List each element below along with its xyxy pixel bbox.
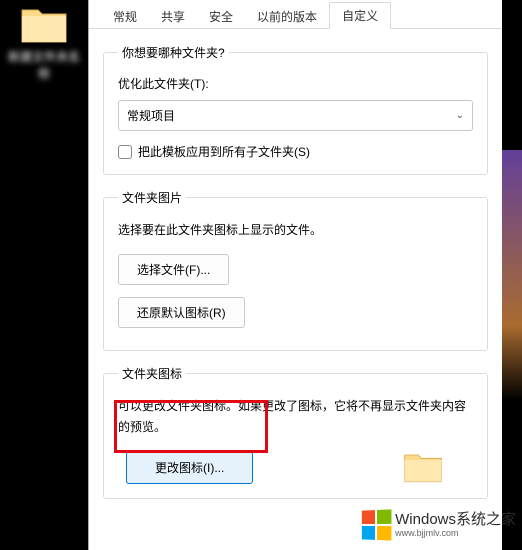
right-edge-strip <box>502 150 522 400</box>
optimize-label: 优化此文件夹(T): <box>118 75 473 92</box>
watermark-main: Windows系统之家 <box>395 512 516 527</box>
tab-general[interactable]: 常规 <box>101 4 149 29</box>
folder-type-legend: 你想要哪种文件夹? <box>118 44 229 61</box>
apply-template-checkbox[interactable] <box>118 145 132 159</box>
optimize-select[interactable]: 常规项目 ⌄ <box>118 100 473 131</box>
folder-type-group: 你想要哪种文件夹? 优化此文件夹(T): 常规项目 ⌄ 把此模板应用到所有子文件… <box>103 44 488 175</box>
folder-picture-legend: 文件夹图片 <box>118 189 186 206</box>
tab-sharing[interactable]: 共享 <box>149 4 197 29</box>
folder-picture-description: 选择要在此文件夹图标上显示的文件。 <box>118 220 473 240</box>
desktop-folder-icon[interactable] <box>20 4 68 44</box>
desktop-area: 新建文件夹名称 <box>0 0 88 550</box>
chevron-down-icon: ⌄ <box>456 110 464 121</box>
restore-default-button[interactable]: 还原默认图标(R) <box>118 297 245 328</box>
windows-logo-icon <box>362 509 392 540</box>
tab-strip: 常规 共享 安全 以前的版本 自定义 <box>89 0 502 30</box>
watermark-sub: www.bjjmlv.com <box>395 529 516 538</box>
apply-template-label: 把此模板应用到所有子文件夹(S) <box>138 143 310 160</box>
tab-panel-customize: 你想要哪种文件夹? 优化此文件夹(T): 常规项目 ⌄ 把此模板应用到所有子文件… <box>89 30 502 527</box>
tab-customize[interactable]: 自定义 <box>329 2 391 29</box>
folder-icon-legend: 文件夹图标 <box>118 365 186 382</box>
change-icon-button[interactable]: 更改图标(I)... <box>126 451 253 484</box>
apply-template-checkbox-row[interactable]: 把此模板应用到所有子文件夹(S) <box>118 143 473 160</box>
folder-icon-preview <box>403 450 443 482</box>
tab-security[interactable]: 安全 <box>197 4 245 29</box>
folder-picture-group: 文件夹图片 选择要在此文件夹图标上显示的文件。 选择文件(F)... 还原默认图… <box>103 189 488 351</box>
folder-icon-group: 文件夹图标 可以更改文件夹图标。如果更改了图标，它将不再显示文件夹内容的预览。 … <box>103 365 488 499</box>
desktop-folder-label: 新建文件夹名称 <box>5 48 83 82</box>
folder-icon-description: 可以更改文件夹图标。如果更改了图标，它将不再显示文件夹内容的预览。 <box>118 396 473 437</box>
choose-file-button[interactable]: 选择文件(F)... <box>118 254 229 285</box>
watermark: Windows系统之家 www.bjjmlv.com <box>361 510 516 540</box>
optimize-selected-value: 常规项目 <box>127 107 175 124</box>
tab-previous-versions[interactable]: 以前的版本 <box>245 4 329 29</box>
properties-dialog: 常规 共享 安全 以前的版本 自定义 你想要哪种文件夹? 优化此文件夹(T): … <box>88 0 502 550</box>
